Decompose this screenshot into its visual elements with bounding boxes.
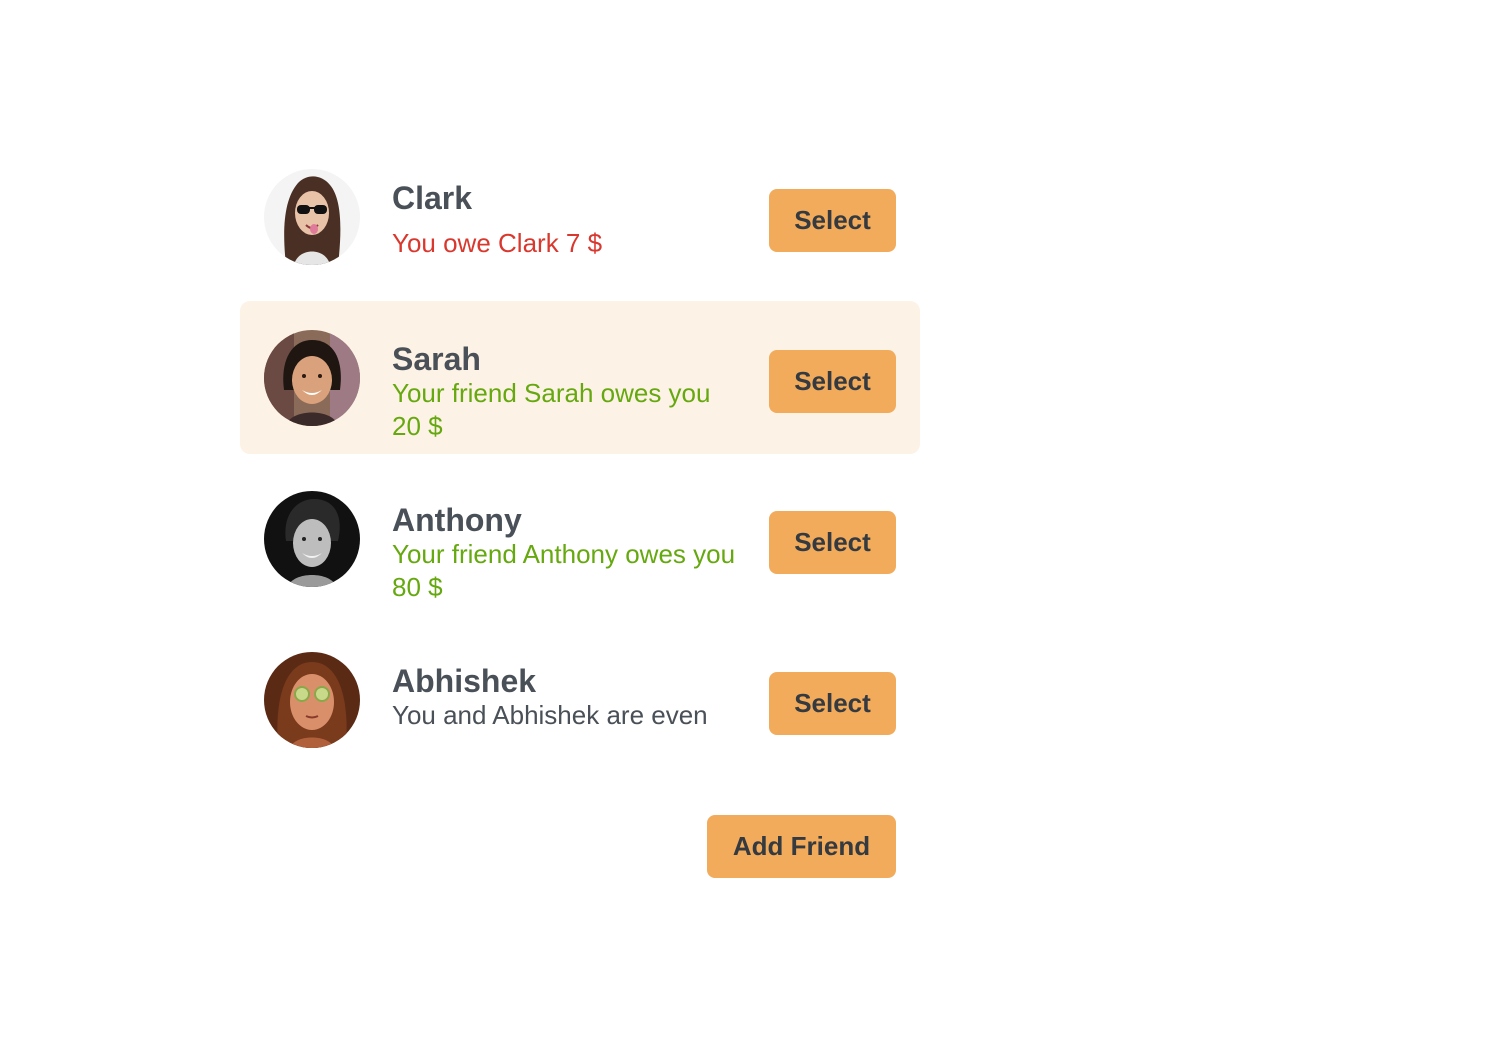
friend-avatar [264, 491, 360, 587]
friend-balance: You and Abhishek are even [392, 700, 708, 730]
friend-balance: You owe Clark 7 $ [392, 228, 603, 258]
friend-info: Abhishek You and Abhishek are even [392, 663, 742, 732]
friend-name: Sarah [392, 341, 481, 377]
friend-name: Abhishek [392, 663, 537, 699]
friend-name: Clark [392, 180, 473, 216]
friend-avatar [264, 652, 360, 748]
friend-balance: Your friend Anthony owes you 80 $ [392, 539, 736, 602]
friend-avatar [264, 169, 360, 265]
friend-info: Clark You owe Clark 7 $ [392, 180, 742, 260]
select-button[interactable]: Select [769, 189, 896, 252]
select-button[interactable]: Select [769, 672, 896, 735]
friend-name: Anthony [392, 502, 522, 538]
friends-list: Clark You owe Clark 7 $ Select Sarah You… [240, 140, 920, 776]
friend-avatar [264, 330, 360, 426]
friends-sidebar: Clark You owe Clark 7 $ Select Sarah You… [240, 140, 920, 878]
avatar-photo-anthony [264, 491, 360, 587]
friend-info: Anthony Your friend Anthony owes you 80 … [392, 502, 742, 604]
avatar-photo-sarah [264, 330, 360, 426]
friend-item-abhishek: Abhishek You and Abhishek are even Selec… [240, 623, 920, 776]
add-friend-button[interactable]: Add Friend [707, 815, 896, 878]
select-button[interactable]: Select [769, 511, 896, 574]
friend-balance: Your friend Sarah owes you 20 $ [392, 378, 711, 441]
avatar-photo-clark [264, 169, 360, 265]
friend-item-sarah: Sarah Your friend Sarah owes you 20 $ Se… [240, 301, 920, 454]
friend-item-anthony: Anthony Your friend Anthony owes you 80 … [240, 462, 920, 615]
select-button[interactable]: Select [769, 350, 896, 413]
friend-info: Sarah Your friend Sarah owes you 20 $ [392, 341, 742, 443]
friend-item-clark: Clark You owe Clark 7 $ Select [240, 140, 920, 293]
avatar-photo-abhishek [264, 652, 360, 748]
